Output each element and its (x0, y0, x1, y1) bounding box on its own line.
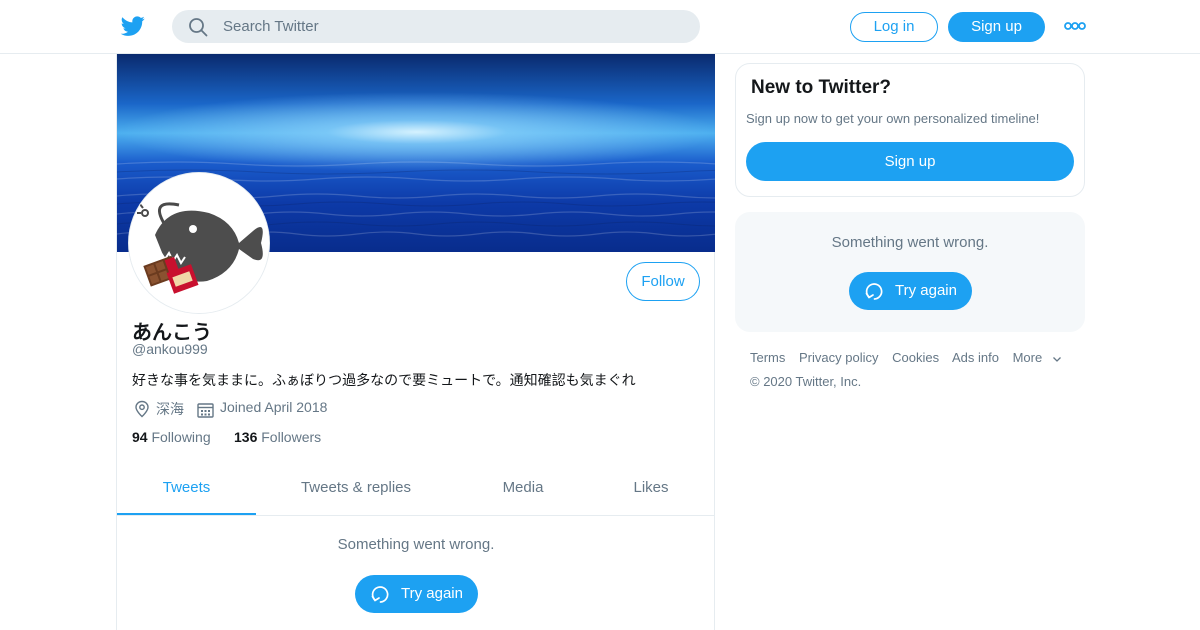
followers-link[interactable]: 136 Followers (234, 429, 321, 445)
sidebar-error-message: Something went wrong. (831, 234, 989, 251)
profile-bio: 好きな事を気ままに。ふぁぼりつ過多なので要ミュートで。通知確認も気まぐれ (132, 372, 636, 388)
footer-link-cookies[interactable]: Cookies (892, 350, 939, 365)
profile-follow-counts: 94 Following 136 Followers (132, 429, 321, 445)
timeline-error-message: Something went wrong. (337, 536, 495, 553)
tab-tweets[interactable]: Tweets (117, 463, 256, 515)
footer: Terms Privacy policy Cookies Ads info Mo… (750, 350, 1062, 389)
search-input[interactable]: Search Twitter (223, 18, 319, 35)
chevron-down-icon (1053, 356, 1062, 362)
sidebar-signup-button[interactable]: Sign up (746, 142, 1074, 181)
profile-column: Follow あんこう @ankou999 好きな事を気ままに。ふぁぼりつ過多な… (116, 54, 715, 630)
timeline-try-again-label: Try again (401, 585, 463, 602)
refresh-icon (865, 283, 883, 300)
profile-handle[interactable]: @ankou999 (132, 341, 208, 357)
following-count: 94 (132, 429, 148, 445)
footer-more-menu[interactable]: More (1013, 350, 1063, 365)
top-bar: Search Twitter Log in Sign up (0, 0, 1200, 54)
anglerfish-avatar-icon (129, 173, 269, 313)
tab-likes[interactable]: Likes (611, 463, 691, 515)
signup-button[interactable]: Sign up (948, 12, 1045, 42)
footer-links: Terms Privacy policy Cookies Ads info Mo… (750, 350, 1062, 365)
more-options-icon[interactable] (1064, 20, 1086, 32)
tab-media[interactable]: Media (473, 463, 573, 515)
timeline-try-again-button[interactable]: Try again (355, 575, 478, 613)
footer-copyright: © 2020 Twitter, Inc. (750, 374, 862, 389)
footer-link-terms[interactable]: Terms (750, 350, 785, 365)
followers-count: 136 (234, 429, 258, 445)
sidebar-error-panel: Something went wrong. Try again (735, 212, 1085, 332)
new-to-twitter-subtitle: Sign up now to get your own personalized… (746, 111, 1040, 126)
follow-button[interactable]: Follow (626, 262, 700, 301)
profile-tabs: Tweets Tweets & replies Media Likes (117, 463, 715, 516)
tab-tweets-and-replies[interactable]: Tweets & replies (276, 463, 436, 515)
refresh-icon (371, 586, 389, 603)
footer-link-privacy[interactable]: Privacy policy (799, 350, 878, 365)
following-label: Following (151, 429, 211, 445)
location-pin-icon (135, 400, 149, 418)
twitter-bird-icon[interactable] (120, 14, 146, 38)
search-bar[interactable]: Search Twitter (172, 10, 700, 43)
following-link[interactable]: 94 Following (132, 429, 211, 445)
profile-join-date: Joined April 2018 (220, 399, 328, 415)
sidebar-try-again-button[interactable]: Try again (849, 272, 972, 310)
footer-link-more: More (1012, 350, 1043, 365)
followers-label: Followers (261, 429, 322, 445)
new-to-twitter-title: New to Twitter? (751, 77, 892, 98)
sidebar-try-again-label: Try again (895, 282, 957, 299)
new-to-twitter-card: New to Twitter? Sign up now to get your … (735, 63, 1085, 197)
profile-avatar[interactable] (128, 172, 270, 314)
profile-location: 深海 (156, 401, 184, 417)
footer-link-ads-info[interactable]: Ads info (952, 350, 999, 365)
login-button[interactable]: Log in (850, 12, 938, 42)
search-icon (189, 18, 208, 37)
calendar-icon (197, 403, 214, 418)
